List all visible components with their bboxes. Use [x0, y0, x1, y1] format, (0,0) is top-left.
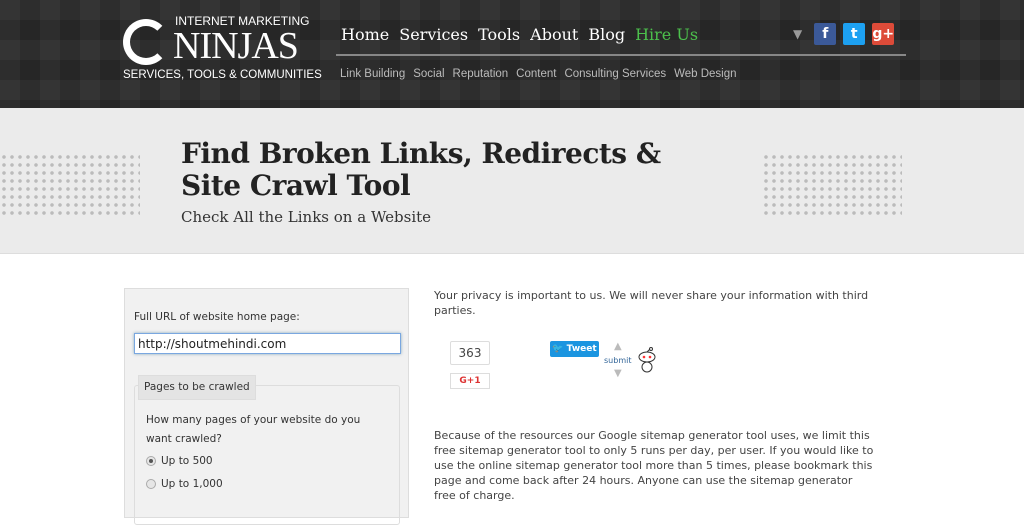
tweet-button[interactable]: 🐦 Tweet — [550, 341, 599, 357]
radio-up-to-500[interactable]: Up to 500 — [146, 455, 213, 467]
radio-label: Up to 500 — [161, 455, 213, 467]
facebook-icon[interactable]: f — [814, 23, 837, 45]
hero-banner: Find Broken Links, Redirects & Site Crawl… — [0, 108, 1024, 254]
gplus-button[interactable]: G+1 — [450, 373, 490, 389]
subnav-consulting[interactable]: Consulting Services — [564, 68, 666, 80]
radio-selected-icon[interactable] — [146, 456, 156, 466]
fieldset-legend: Pages to be crawled — [138, 375, 256, 400]
logo-tagline: SERVICES, TOOLS & COMMUNITIES — [123, 69, 322, 81]
title-line-2: Site Crawl Tool — [181, 169, 411, 202]
page-title: Find Broken Links, Redirects & Site Crawl… — [181, 138, 661, 202]
privacy-text: Your privacy is important to us. We will… — [434, 289, 869, 317]
reddit-alien-icon[interactable] — [637, 347, 657, 373]
subnav-content[interactable]: Content — [516, 68, 556, 80]
site-header: INTERNET MARKETING NINJAS SERVICES, TOOL… — [0, 0, 1024, 108]
nav-hire-us[interactable]: Hire Us — [635, 25, 698, 44]
subnav-link-building[interactable]: Link Building — [340, 68, 405, 80]
main-nav: Home Services Tools About Blog Hire Us — [341, 25, 698, 44]
subnav-social[interactable]: Social — [413, 68, 444, 80]
nav-blog[interactable]: Blog — [588, 25, 625, 44]
nav-home[interactable]: Home — [341, 25, 389, 44]
logo-name: NINJAS — [173, 25, 299, 67]
crawl-form: Full URL of website home page: Pages to … — [124, 288, 409, 525]
radio-label: Up to 1,000 — [161, 478, 223, 490]
dots-right-decoration — [762, 153, 902, 215]
radio-up-to-1000[interactable]: Up to 1,000 — [146, 478, 223, 490]
nav-tools[interactable]: Tools — [478, 25, 520, 44]
twitter-icon[interactable]: t — [843, 23, 866, 45]
subnav-web-design[interactable]: Web Design — [674, 68, 736, 80]
nav-divider — [336, 54, 906, 56]
title-line-1: Find Broken Links, Redirects & — [181, 137, 661, 170]
gplus-count: 363 — [450, 341, 490, 365]
dots-left-decoration — [0, 153, 140, 215]
reddit-label: submit — [604, 356, 632, 365]
social-links: ▼ f t g+ — [793, 23, 895, 45]
sub-nav: Link Building Social Reputation Content … — [340, 68, 737, 80]
google-plus-icon[interactable]: g+ — [872, 23, 895, 45]
radio-unselected-icon[interactable] — [146, 479, 156, 489]
subnav-reputation[interactable]: Reputation — [453, 68, 509, 80]
logo-swirl-icon — [123, 19, 169, 65]
usage-limit-text: Because of the resources our Google site… — [434, 429, 874, 502]
url-input[interactable] — [134, 333, 401, 354]
pages-question: How many pages of your website do you wa… — [146, 414, 361, 445]
nav-about[interactable]: About — [530, 25, 578, 44]
nav-services[interactable]: Services — [399, 25, 468, 44]
page-subtitle: Check All the Links on a Website — [181, 208, 432, 226]
url-label: Full URL of website home page: — [134, 311, 300, 323]
downvote-icon[interactable]: ▼ — [614, 368, 622, 379]
tweet-label: Tweet — [566, 344, 597, 354]
upvote-icon[interactable]: ▲ — [614, 341, 622, 352]
dropdown-arrow-icon[interactable]: ▼ — [793, 27, 802, 41]
